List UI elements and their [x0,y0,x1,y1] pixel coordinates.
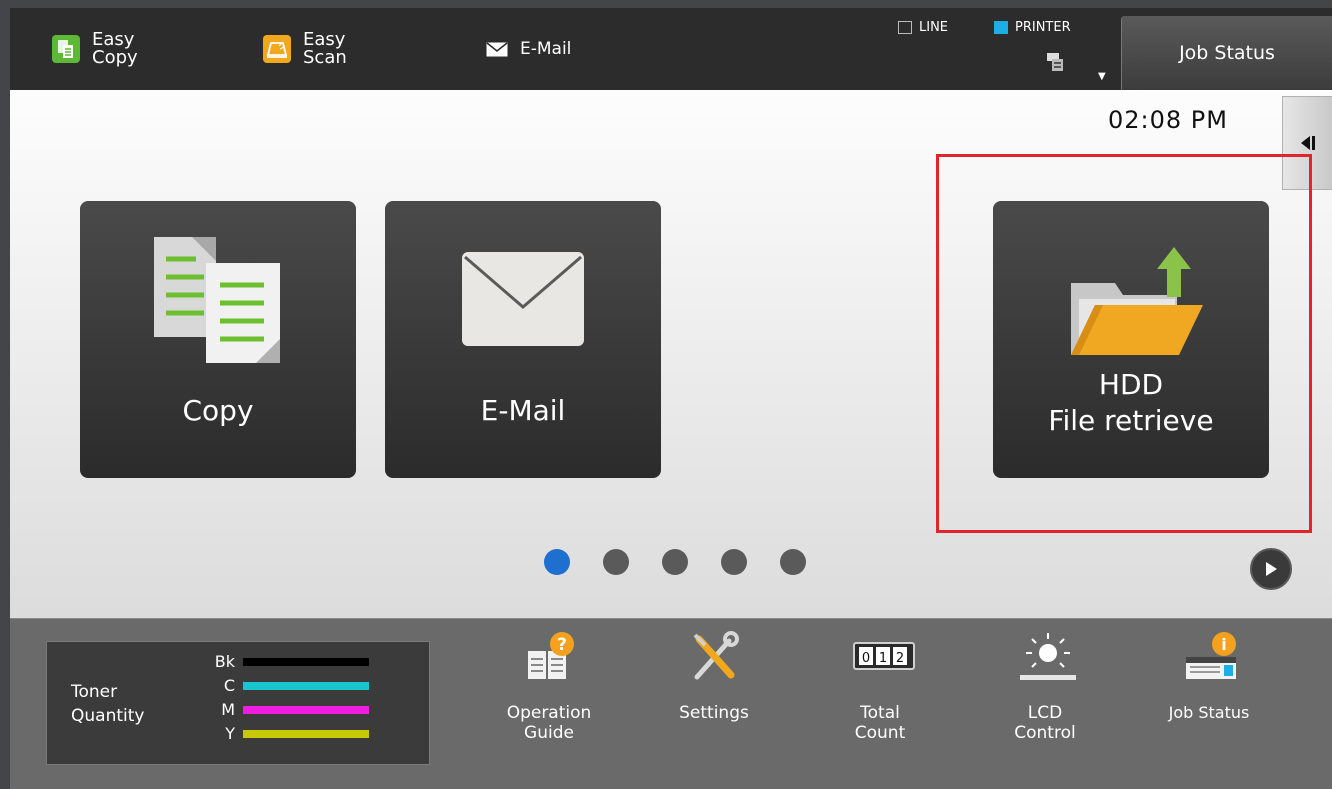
svg-text:2: 2 [896,651,904,666]
svg-text:1: 1 [879,651,887,666]
device-panel: Easy Copy Easy Scan E-Mail LINE PRINTER … [10,8,1332,789]
toner-row-m: M [197,700,369,719]
printer-indicator-label: PRINTER [1015,20,1071,35]
svg-text:i: i [1221,635,1226,654]
job-status-bottom-label: Job Status [1168,703,1250,722]
page-dot[interactable] [544,549,570,575]
easy-copy-label: Easy Copy [92,31,138,67]
page-dot[interactable] [603,549,629,575]
line-indicator-label: LINE [919,20,949,35]
brightness-icon [1018,631,1076,685]
total-count-label-line2: Count [854,723,906,743]
toner-quantity-panel: Toner Quantity Bk C M Y [46,641,430,765]
collapse-arrow-icon [1300,136,1315,150]
next-page-button[interactable] [1250,548,1292,590]
toner-title: Toner Quantity [71,680,144,728]
lcd-control-label-line2: Control [1014,723,1076,743]
toner-row-bk: Bk [197,652,369,671]
total-count-label-line1: Total [860,703,900,723]
svg-text:?: ? [557,635,567,655]
lcd-control-label-line1: LCD [1027,703,1063,723]
bottom-bar: Toner Quantity Bk C M Y ? Operation Guid… [10,618,1332,789]
toner-bar-c [243,681,369,690]
easy-scan-label: Easy Scan [303,31,347,67]
lcd-control-label: LCD Control [980,703,1110,743]
toner-title-line1: Toner [71,682,118,702]
copy-tile-label: Copy [182,394,254,427]
page-indicator [544,549,839,575]
clock: 02:08 PM [1108,106,1228,134]
operation-guide-label-line1: Operation [506,703,592,723]
toner-row-c: C [197,676,369,695]
email-shortcut-button[interactable]: E-Mail [486,8,571,90]
line-status-box [898,21,912,34]
envelope-icon [461,251,585,351]
easy-scan-button[interactable]: Easy Scan [263,8,347,90]
email-shortcut-label: E-Mail [520,39,572,59]
easy-copy-icon [52,35,80,63]
settings-label: Settings [679,703,749,723]
settings-button[interactable]: Settings [649,631,779,723]
easy-scan-icon [263,35,291,63]
copy-documents-icon [152,235,282,369]
job-status-icon: i [1182,631,1236,685]
page-dot[interactable] [721,549,747,575]
lcd-control-button[interactable]: LCD Control [980,631,1110,743]
printer-indicator: PRINTER [994,20,1071,35]
home-screen: 02:08 PM Copy E-Mail HDD File retrieve [10,90,1332,618]
easy-scan-label-line2: Scan [303,47,347,68]
play-arrow-icon [1266,562,1277,576]
toner-label-y: Y [225,724,235,743]
mail-icon [486,41,508,57]
highlight-annotation [936,154,1312,533]
toner-label-bk: Bk [214,652,235,671]
chevron-down-icon[interactable]: ▼ [1098,71,1106,82]
operation-guide-icon: ? [522,631,576,685]
toner-label-c: C [223,676,235,695]
page-dot[interactable] [780,549,806,575]
svg-text:0: 0 [862,651,870,666]
email-tile-label: E-Mail [480,394,566,427]
operation-guide-label-line2: Guide [524,723,574,743]
printer-icon[interactable] [1046,52,1064,72]
easy-copy-button[interactable]: Easy Copy [52,8,138,90]
total-count-button[interactable]: 0 1 2 Total Count [815,631,945,743]
toner-label-m: M [221,700,235,719]
email-tile[interactable]: E-Mail [385,201,661,478]
toner-bar-y [243,729,369,738]
operation-guide-label: Operation Guide [484,703,614,743]
easy-copy-label-line2: Copy [92,47,138,68]
line-indicator: LINE [898,20,948,35]
page-dot[interactable] [662,549,688,575]
counter-icon: 0 1 2 [853,631,915,685]
total-count-label: Total Count [815,703,945,743]
settings-tools-icon [687,631,741,685]
toner-title-line2: Quantity [71,706,145,726]
toner-bar-m [243,705,369,714]
job-status-bottom-button[interactable]: i Job Status [1144,631,1274,723]
operation-guide-button[interactable]: ? Operation Guide [484,631,614,743]
toner-bar-bk [243,657,369,666]
job-status-button[interactable]: Job Status [1121,16,1332,90]
copy-tile[interactable]: Copy [80,201,356,478]
printer-status-box [994,21,1008,34]
top-bar: Easy Copy Easy Scan E-Mail LINE PRINTER … [10,8,1332,90]
toner-row-y: Y [197,724,369,743]
